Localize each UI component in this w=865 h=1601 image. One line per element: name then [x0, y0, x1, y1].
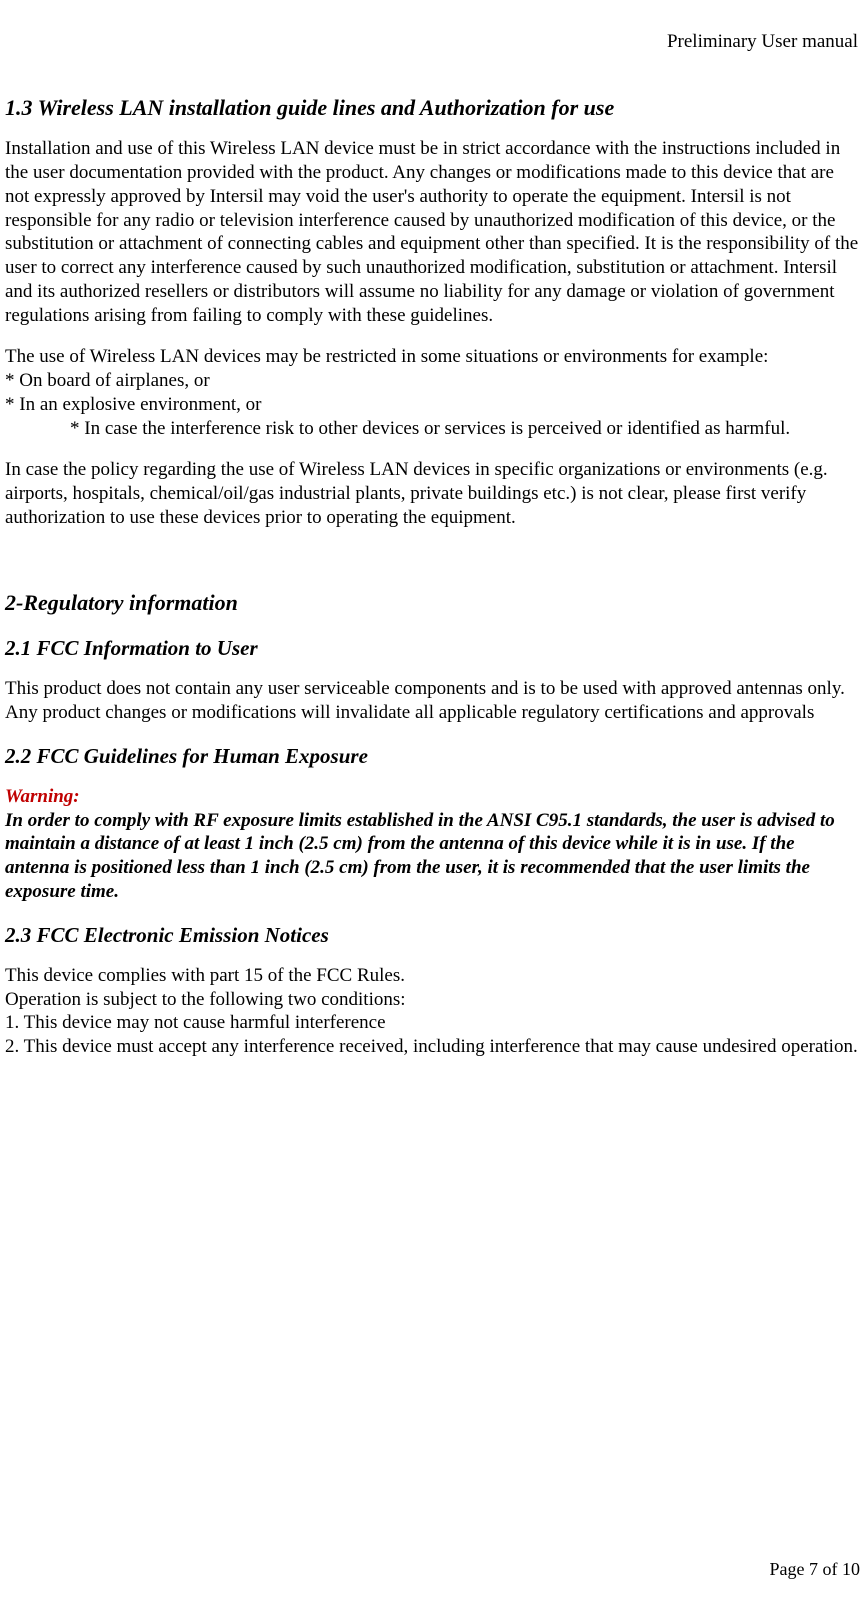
para-2-3-l4: 2. This device must accept any interfere… [5, 1035, 860, 1059]
para-2-3-l1: This device complies with part 15 of the… [5, 964, 860, 988]
warning-label: Warning: [5, 785, 860, 809]
para-2-3-l3: 1. This device may not cause harmful int… [5, 1011, 860, 1035]
warning-body: In order to comply with RF exposure limi… [5, 809, 860, 904]
para-2-1: This product does not contain any user s… [5, 677, 860, 725]
heading-2: 2-Regulatory information [5, 589, 860, 617]
heading-1-3: 1.3 Wireless LAN installation guide line… [5, 94, 860, 122]
heading-2-1: 2.1 FCC Information to User [5, 635, 860, 661]
page-number: Page 7 of 10 [770, 1559, 860, 1579]
page-footer: Page 7 of 10 [770, 1558, 860, 1581]
page: Preliminary User manual 1.3 Wireless LAN… [0, 0, 865, 1600]
heading-2-2: 2.2 FCC Guidelines for Human Exposure [5, 743, 860, 769]
para-1-3-main: Installation and use of this Wireless LA… [5, 137, 860, 327]
bullet-explosive: * In an explosive environment, or [5, 393, 860, 417]
para-1-3-policy: In case the policy regarding the use of … [5, 458, 860, 529]
document-header: Preliminary User manual [5, 30, 860, 54]
bullet-interference: * In case the interference risk to other… [70, 417, 860, 441]
header-title: Preliminary User manual [667, 31, 858, 52]
heading-2-3: 2.3 FCC Electronic Emission Notices [5, 922, 860, 948]
para-2-3-l2: Operation is subject to the following tw… [5, 988, 860, 1012]
bullet-airplanes: * On board of airplanes, or [5, 369, 860, 393]
para-1-3-restrict-intro: The use of Wireless LAN devices may be r… [5, 345, 860, 369]
